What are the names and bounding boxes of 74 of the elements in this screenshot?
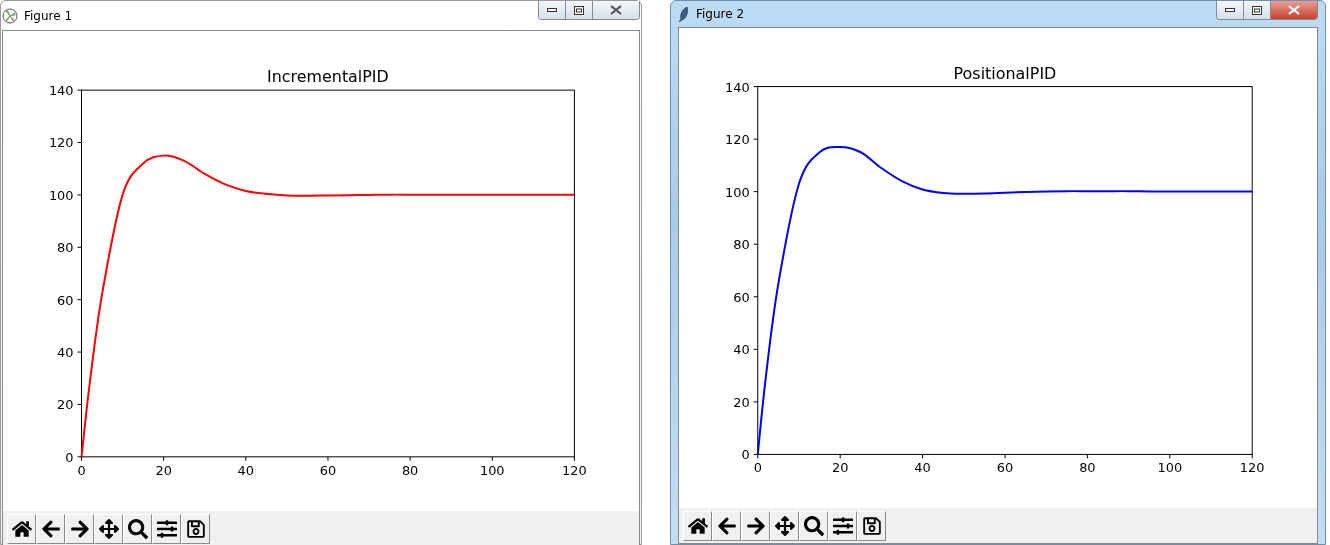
x-tick-label: 60 bbox=[996, 460, 1014, 476]
x-tick-label: 80 bbox=[1079, 460, 1096, 476]
four-way-arrow-icon bbox=[774, 515, 795, 536]
y-tick-label: 40 bbox=[57, 345, 74, 361]
x-tick-label: 100 bbox=[479, 462, 505, 478]
y-tick-label: 60 bbox=[57, 292, 74, 308]
y-tick-label: 20 bbox=[57, 397, 74, 413]
minimize-button[interactable] bbox=[539, 1, 565, 19]
magnifier-icon bbox=[803, 515, 824, 536]
home-button[interactable] bbox=[7, 513, 36, 544]
window-title: Figure 2 bbox=[696, 7, 746, 21]
x-tick-label: 0 bbox=[77, 462, 86, 478]
y-tick-label: 20 bbox=[733, 394, 750, 410]
magnifier-icon bbox=[127, 518, 148, 539]
configure-button[interactable] bbox=[828, 510, 857, 541]
x-tick-label: 40 bbox=[237, 462, 254, 478]
save-button[interactable] bbox=[181, 513, 210, 544]
close-button[interactable] bbox=[1270, 1, 1317, 19]
close-button[interactable] bbox=[592, 1, 639, 19]
y-tick-label: 100 bbox=[725, 184, 750, 200]
x-tick-label: 120 bbox=[1239, 460, 1265, 476]
chart-title: PositionalPID bbox=[953, 63, 1057, 83]
sliders-icon bbox=[832, 515, 853, 536]
maximize-icon bbox=[574, 5, 584, 15]
y-tick-label: 100 bbox=[48, 187, 74, 203]
back-button[interactable] bbox=[712, 510, 741, 541]
y-tick-label: 120 bbox=[725, 132, 750, 148]
x-tick-label: 0 bbox=[753, 460, 762, 476]
zoom-button[interactable] bbox=[799, 510, 828, 541]
x-tick-label: 120 bbox=[562, 462, 587, 478]
y-tick-label: 140 bbox=[725, 79, 750, 95]
pan-button[interactable] bbox=[770, 510, 799, 541]
forward-button[interactable] bbox=[741, 510, 770, 541]
back-button[interactable] bbox=[36, 513, 65, 544]
minimize-icon bbox=[547, 8, 557, 12]
maximize-button[interactable] bbox=[1243, 1, 1270, 19]
y-tick-label: 0 bbox=[65, 449, 74, 465]
pinwheel-icon bbox=[2, 7, 18, 24]
minimize-button[interactable] bbox=[1217, 1, 1243, 19]
y-tick-label: 60 bbox=[733, 289, 750, 305]
right-arrow-icon bbox=[745, 515, 766, 536]
window-title: Figure 1 bbox=[24, 8, 74, 23]
chart-title: IncrementalPID bbox=[267, 67, 389, 87]
maximize-icon bbox=[1252, 5, 1262, 15]
x-tick-label: 40 bbox=[914, 460, 931, 476]
maximize-button[interactable] bbox=[565, 1, 592, 19]
x-tick-label: 20 bbox=[155, 462, 172, 478]
y-tick-label: 40 bbox=[733, 342, 750, 358]
feather-icon bbox=[678, 6, 690, 22]
left-arrow-icon bbox=[716, 515, 737, 536]
pan-button[interactable] bbox=[94, 513, 123, 544]
y-tick-label: 80 bbox=[57, 240, 74, 256]
right-arrow-icon bbox=[69, 518, 90, 539]
home-icon bbox=[687, 515, 708, 536]
four-way-arrow-icon bbox=[98, 518, 119, 539]
close-icon bbox=[610, 5, 622, 15]
home-button[interactable] bbox=[683, 510, 712, 541]
x-tick-label: 20 bbox=[831, 460, 849, 476]
left-arrow-icon bbox=[40, 518, 61, 539]
minimize-icon bbox=[1225, 8, 1235, 12]
y-tick-label: 80 bbox=[733, 237, 750, 253]
configure-button[interactable] bbox=[152, 513, 181, 544]
sliders-icon bbox=[156, 518, 177, 539]
save-button[interactable] bbox=[857, 510, 886, 541]
zoom-button[interactable] bbox=[123, 513, 152, 544]
x-tick-label: 100 bbox=[1157, 460, 1183, 476]
forward-button[interactable] bbox=[65, 513, 94, 544]
home-icon bbox=[11, 518, 32, 539]
y-tick-label: 140 bbox=[48, 83, 74, 99]
x-tick-label: 80 bbox=[401, 462, 419, 478]
close-icon bbox=[1288, 5, 1300, 15]
y-tick-label: 0 bbox=[741, 447, 750, 463]
x-tick-label: 60 bbox=[319, 462, 337, 478]
y-tick-label: 120 bbox=[48, 135, 74, 151]
